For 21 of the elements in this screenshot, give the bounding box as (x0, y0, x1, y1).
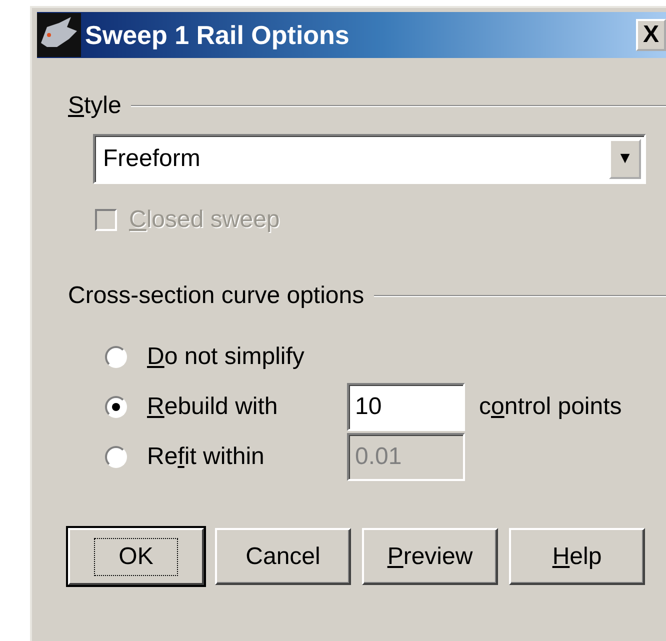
window-title: Sweep 1 Rail Options (85, 20, 350, 50)
radio-label: Do not simplify (147, 343, 306, 371)
close-button[interactable]: X (636, 19, 666, 51)
group-label: Cross-section curve options (68, 282, 364, 310)
style-dropdown[interactable]: Freeform ▼ (93, 134, 646, 184)
radio-button[interactable] (105, 396, 127, 418)
group-label: Style (68, 92, 122, 120)
rhino-icon (37, 13, 81, 57)
dialog-button[interactable]: OK (68, 528, 204, 585)
field-unit-label: control points (479, 393, 622, 421)
checkbox-label: Closed sweep (129, 206, 280, 234)
dropdown-arrow-button[interactable]: ▼ (609, 139, 641, 179)
radio-label: Rebuild with (147, 393, 279, 421)
number-field[interactable]: 10 (347, 383, 465, 431)
dialog-button[interactable]: Preview (362, 528, 498, 585)
radio-button[interactable] (105, 446, 127, 468)
dialog-button[interactable]: Cancel (215, 528, 351, 585)
dialog-button[interactable]: Help (509, 528, 645, 585)
radio-button[interactable] (105, 346, 127, 368)
radio-label: Refit within (147, 443, 266, 471)
dropdown-value: Freeform (102, 145, 202, 173)
